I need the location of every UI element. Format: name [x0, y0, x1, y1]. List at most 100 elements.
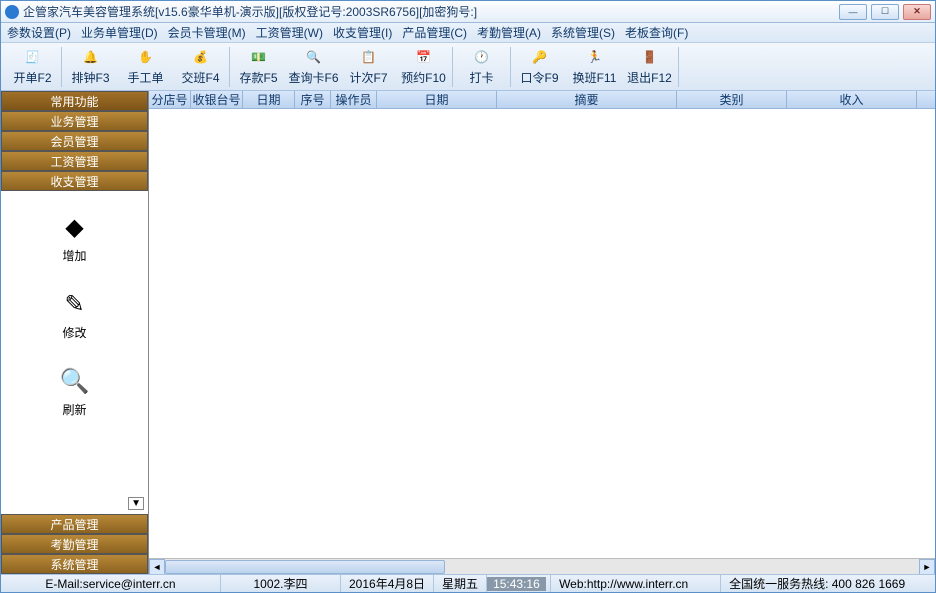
toolbar-icon: 💰: [191, 47, 211, 67]
toolbar-存款F5[interactable]: 💵 存款F5: [231, 45, 286, 89]
toolbar-icon: 🚪: [640, 47, 660, 67]
toolbar-icon: 🔍: [304, 47, 324, 67]
toolbar-预约F10[interactable]: 📅 预约F10: [396, 45, 451, 89]
column-header-序号[interactable]: 序号: [295, 91, 331, 108]
sidebar: 常用功能 业务管理会员管理工资管理收支管理 ◆ 增加 ✎ 修改 🔍 刷新 ▼ 产品管理考勤管…: [1, 91, 149, 574]
menu-item-7[interactable]: 系统管理(S): [551, 24, 615, 41]
menu-item-6[interactable]: 考勤管理(A): [477, 24, 541, 41]
status-weekday: 星期五: [434, 575, 487, 592]
status-email: E-Mail:service@interr.cn: [1, 575, 221, 592]
action-label: 增加: [62, 247, 86, 264]
sidebar-tab-收支管理[interactable]: 收支管理: [1, 171, 148, 191]
maximize-button[interactable]: ☐: [871, 4, 899, 20]
sidebar-tab-产品管理[interactable]: 产品管理: [1, 514, 148, 534]
grid-body[interactable]: [149, 109, 935, 558]
column-header-操作员[interactable]: 操作员: [331, 91, 377, 108]
sidebar-action-修改[interactable]: ✎ 修改: [59, 288, 91, 341]
toolbar-icon: 📅: [414, 47, 434, 67]
scroll-thumb[interactable]: [165, 560, 445, 574]
menu-item-8[interactable]: 老板查询(F): [625, 24, 688, 41]
sidebar-action-刷新[interactable]: 🔍 刷新: [59, 365, 91, 418]
sidebar-dropdown-icon[interactable]: ▼: [128, 497, 144, 510]
action-label: 修改: [62, 324, 86, 341]
horizontal-scrollbar[interactable]: ◄ ►: [149, 558, 935, 574]
toolbar-交班F4[interactable]: 💰 交班F4: [173, 45, 228, 89]
window-title: 企管家汽车美容管理系统[v15.6豪华单机-演示版][版权登记号:2003SR6…: [23, 3, 839, 20]
toolbar: 🧾 开单F2 🔔 排钟F3 ✋ 手工单 💰 交班F4 💵 存款F5 🔍 查询卡F6 📋 计次F7 📅 预约F1…: [1, 43, 935, 91]
toolbar-label: 退出F12: [627, 69, 672, 86]
column-header-摘要[interactable]: 摘要: [497, 91, 677, 108]
status-time: 15:43:16: [487, 577, 546, 591]
toolbar-开单F2[interactable]: 🧾 开单F2: [5, 45, 60, 89]
toolbar-label: 开单F2: [13, 69, 51, 86]
toolbar-icon: 📋: [359, 47, 379, 67]
toolbar-icon: 🧾: [23, 47, 43, 67]
toolbar-icon: 🔑: [530, 47, 550, 67]
toolbar-label: 口令F9: [520, 69, 558, 86]
main-area: 分店号收银台号日期序号操作员日期摘要类别收入 ◄ ►: [149, 91, 935, 574]
toolbar-label: 计次F7: [349, 69, 387, 86]
toolbar-打卡[interactable]: 🕐 打卡: [454, 45, 509, 89]
menu-item-2[interactable]: 会员卡管理(M): [168, 24, 246, 41]
close-button[interactable]: ✕: [903, 4, 931, 20]
column-header-分店号[interactable]: 分店号: [149, 91, 191, 108]
toolbar-换班F11[interactable]: 🏃换班F11: [567, 45, 622, 89]
status-web: Web:http://www.interr.cn: [551, 575, 721, 592]
column-header-收银台号[interactable]: 收银台号: [191, 91, 243, 108]
toolbar-排钟F3[interactable]: 🔔 排钟F3: [63, 45, 118, 89]
toolbar-label: 排钟F3: [71, 69, 109, 86]
sidebar-actions: ◆ 增加 ✎ 修改 🔍 刷新 ▼: [1, 191, 148, 514]
status-user: 1002.李四: [221, 575, 341, 592]
menu-item-5[interactable]: 产品管理(C): [402, 24, 467, 41]
menubar: 参数设置(P) 业务单管理(D) 会员卡管理(M) 工资管理(W) 收支管理(I) 产品管…: [1, 23, 935, 43]
toolbar-label: 换班F11: [573, 69, 617, 86]
toolbar-separator: [452, 47, 453, 87]
grid-header: 分店号收银台号日期序号操作员日期摘要类别收入: [149, 91, 935, 109]
column-header-日期[interactable]: 日期: [243, 91, 295, 108]
sidebar-tab-业务管理[interactable]: 业务管理: [1, 111, 148, 131]
menu-item-0[interactable]: 参数设置(P): [7, 24, 71, 41]
toolbar-计次F7[interactable]: 📋 计次F7: [341, 45, 396, 89]
toolbar-separator: [510, 47, 511, 87]
sidebar-tab-考勤管理[interactable]: 考勤管理: [1, 534, 148, 554]
toolbar-label: 存款F5: [239, 69, 277, 86]
toolbar-label: 打卡: [469, 69, 493, 86]
toolbar-label: 查询卡F6: [288, 69, 338, 86]
sidebar-tab-系统管理[interactable]: 系统管理: [1, 554, 148, 574]
minimize-button[interactable]: —: [839, 4, 867, 20]
action-icon: ✎: [59, 288, 91, 320]
toolbar-separator: [678, 47, 679, 87]
menu-item-4[interactable]: 收支管理(I): [333, 24, 392, 41]
column-header-类别[interactable]: 类别: [677, 91, 787, 108]
column-header-日期[interactable]: 日期: [377, 91, 497, 108]
toolbar-icon: 🕐: [472, 47, 492, 67]
action-icon: ◆: [59, 211, 91, 243]
toolbar-label: 交班F4: [181, 69, 219, 86]
toolbar-口令F9[interactable]: 🔑 口令F9: [512, 45, 567, 89]
toolbar-label: 手工单: [127, 69, 163, 86]
toolbar-icon: 🔔: [81, 47, 101, 67]
sidebar-action-增加[interactable]: ◆ 增加: [59, 211, 91, 264]
scroll-right-button[interactable]: ►: [919, 559, 935, 575]
sidebar-tab-工资管理[interactable]: 工资管理: [1, 151, 148, 171]
action-icon: 🔍: [59, 365, 91, 397]
menu-item-3[interactable]: 工资管理(W): [256, 24, 323, 41]
toolbar-label: 预约F10: [401, 69, 446, 86]
toolbar-icon: 💵: [249, 47, 269, 67]
sidebar-header: 常用功能: [1, 91, 148, 111]
scroll-left-button[interactable]: ◄: [149, 559, 165, 575]
status-hotline: 全国统一服务热线: 400 826 1669: [721, 575, 935, 592]
titlebar: 企管家汽车美容管理系统[v15.6豪华单机-演示版][版权登记号:2003SR6…: [1, 1, 935, 23]
toolbar-退出F12[interactable]: 🚪 退出F12: [622, 45, 677, 89]
toolbar-separator: [229, 47, 230, 87]
menu-item-1[interactable]: 业务单管理(D): [81, 24, 158, 41]
status-date: 2016年4月8日: [341, 575, 434, 592]
sidebar-tab-会员管理[interactable]: 会员管理: [1, 131, 148, 151]
toolbar-separator: [61, 47, 62, 87]
toolbar-查询卡F6[interactable]: 🔍 查询卡F6: [286, 45, 341, 89]
app-icon: [5, 5, 19, 19]
toolbar-手工单[interactable]: ✋ 手工单: [118, 45, 173, 89]
toolbar-icon: ✋: [136, 47, 156, 67]
column-header-收入[interactable]: 收入: [787, 91, 917, 108]
action-label: 刷新: [62, 401, 86, 418]
